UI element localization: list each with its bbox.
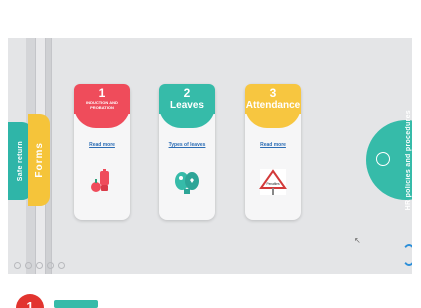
warning-sign-icon: Penalties: [259, 168, 287, 196]
lightbulb-icon: [376, 152, 390, 166]
card-header: 2 Leaves: [159, 84, 215, 128]
tab-forms-label: Forms: [33, 142, 45, 178]
card-number: 2: [183, 86, 191, 100]
step-badge: 1: [16, 294, 44, 308]
types-of-leaves-link[interactable]: Types of leaves: [159, 142, 215, 148]
card-header: 1 INDUCTION AND PROBATION: [74, 84, 130, 128]
player-controls: [14, 262, 65, 269]
read-more-link[interactable]: Read more: [245, 142, 301, 148]
card-header: 3 Attendance: [245, 84, 301, 128]
bottom-pill: [54, 300, 98, 308]
smoothie-blender-icon: [88, 168, 116, 196]
card-leaves[interactable]: 2 Leaves Types of leaves: [159, 84, 215, 220]
card-attendance[interactable]: 3 Attendance Read more Penalties: [245, 84, 301, 220]
control-dot[interactable]: [25, 262, 32, 269]
hr-policies-label-wrap: HR policies and procedures: [398, 110, 412, 210]
tab-forms[interactable]: Forms: [28, 114, 50, 206]
control-dot[interactable]: [47, 262, 54, 269]
hr-policies-button[interactable]: HR policies and procedures: [366, 110, 412, 210]
presentation-slide: Safe return Forms 1 INDUCTION AND PROBAT…: [8, 38, 412, 274]
tab-safe-return-label: Safe return: [16, 140, 24, 182]
card-number: 1: [98, 86, 106, 100]
loading-arc-icon: [402, 244, 412, 266]
control-dot[interactable]: [58, 262, 65, 269]
card-title: INDUCTION AND PROBATION: [86, 100, 118, 110]
control-dot[interactable]: [36, 262, 43, 269]
top-bar: [0, 0, 421, 36]
brain-icon: [173, 168, 201, 196]
page: Safe return Forms 1 INDUCTION AND PROBAT…: [0, 0, 421, 308]
card-number: 3: [269, 86, 277, 100]
sign-text: Penalties: [266, 182, 280, 186]
card-title: Attendance: [245, 100, 301, 111]
hr-policies-label: HR policies and procedures: [404, 109, 412, 211]
card-title: Leaves: [170, 100, 204, 111]
control-dot[interactable]: [14, 262, 21, 269]
card-induction[interactable]: 1 INDUCTION AND PROBATION Read more: [74, 84, 130, 220]
read-more-link[interactable]: Read more: [74, 142, 130, 148]
mouse-cursor-icon: ↖: [354, 236, 361, 245]
